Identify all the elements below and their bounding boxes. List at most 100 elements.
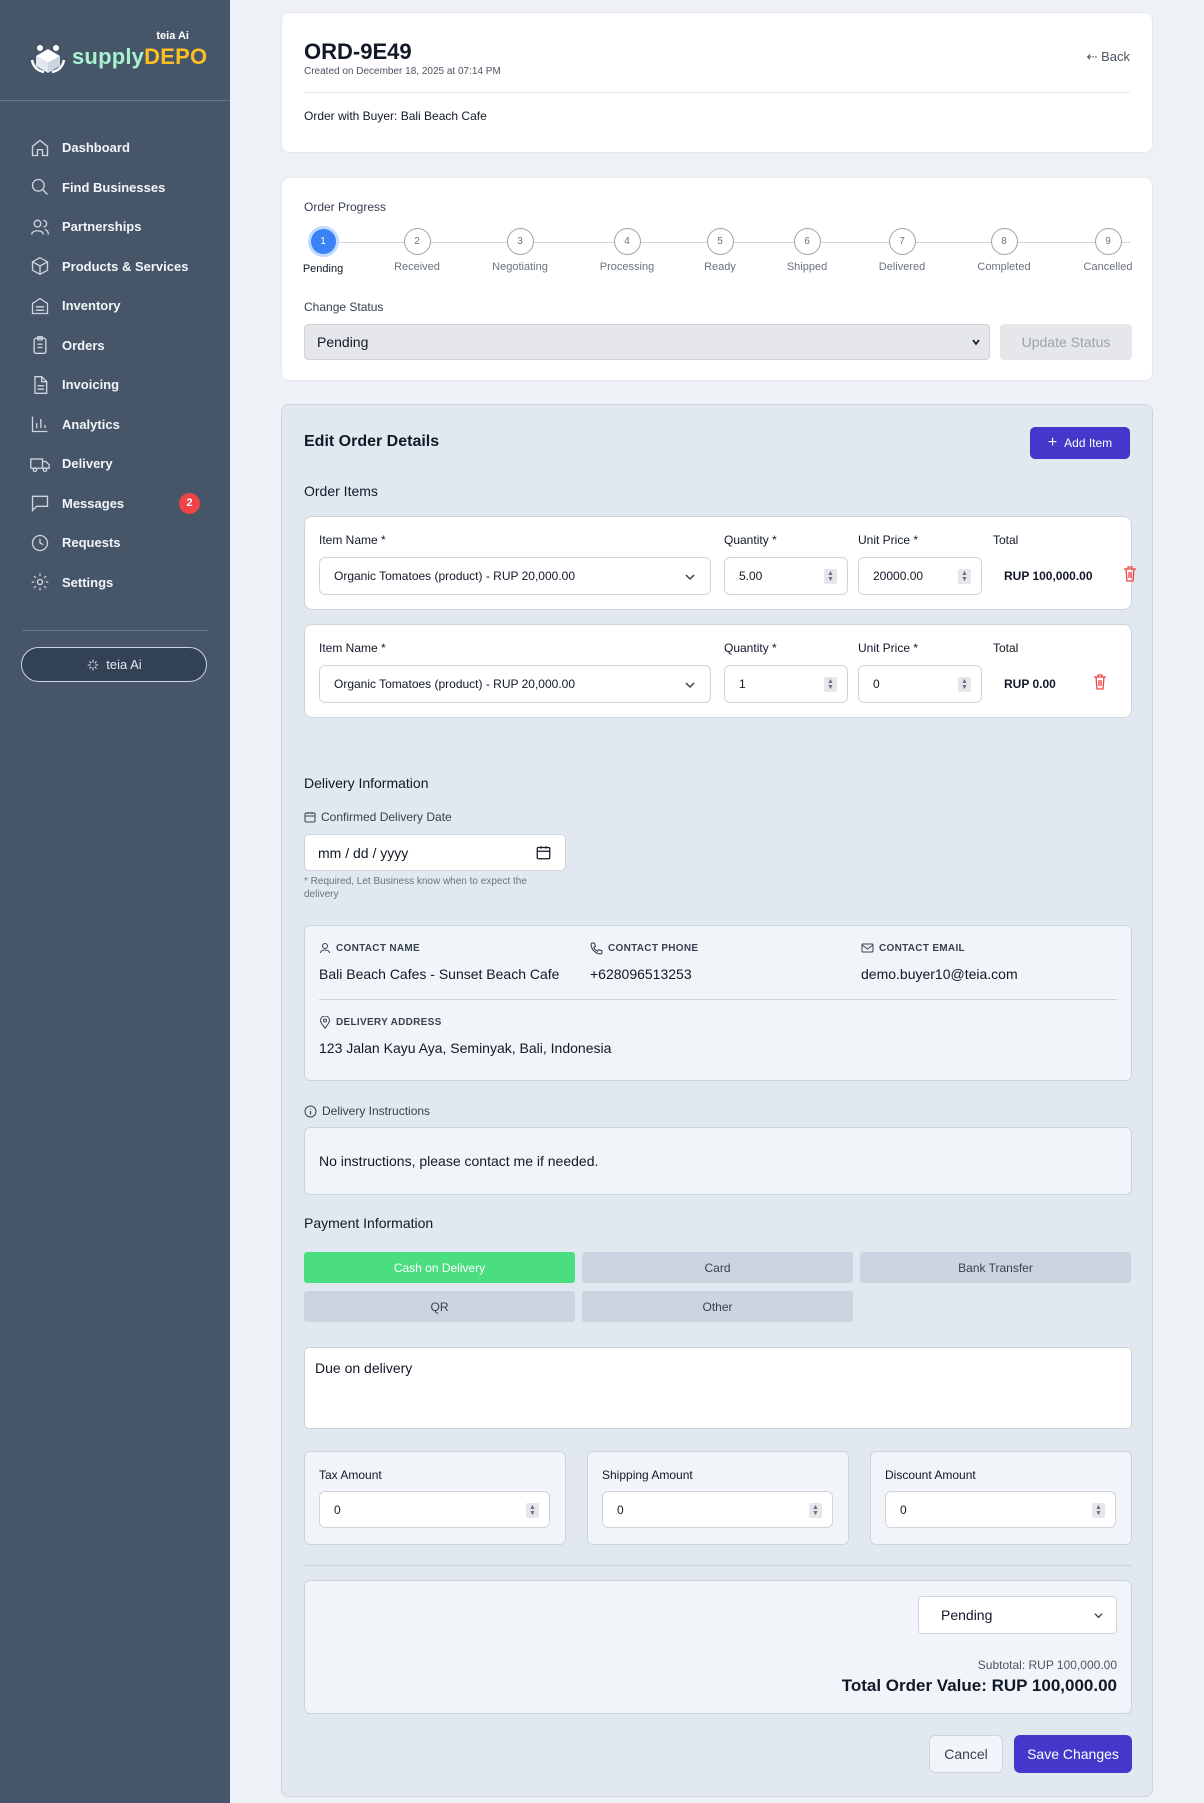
- quantity-input[interactable]: 1 ▲ ▼: [724, 665, 848, 703]
- sidebar-item-label: Delivery: [62, 456, 113, 472]
- sidebar-item-partnerships[interactable]: Partnerships: [0, 207, 230, 247]
- sidebar-item-settings[interactable]: Settings: [0, 563, 230, 603]
- item-name-select[interactable]: Organic Tomatoes (product) - RUP 20,000.…: [319, 665, 711, 703]
- number-stepper-icon[interactable]: ▲ ▼: [526, 1503, 539, 1518]
- sidebar-item-requests[interactable]: Requests: [0, 523, 230, 563]
- unit-price-input[interactable]: 20000.00 ▲ ▼: [858, 557, 982, 595]
- total-label: Total: [993, 641, 1019, 655]
- payment-other[interactable]: Other: [582, 1291, 853, 1322]
- item-total: RUP 100,000.00: [1004, 569, 1093, 583]
- sidebar-item-dashboard[interactable]: Dashboard: [0, 128, 230, 168]
- sidebar-item-analytics[interactable]: Analytics: [0, 405, 230, 445]
- order-header-card: ORD-9E49 Created on December 18, 2025 at…: [281, 12, 1153, 153]
- item-name-select[interactable]: Organic Tomatoes (product) - RUP 20,000.…: [319, 557, 711, 595]
- warehouse-icon: [31, 297, 49, 314]
- message-icon: [31, 495, 49, 513]
- sidebar-item-label: Products & Services: [62, 258, 189, 274]
- quantity-value: 1: [739, 677, 746, 691]
- number-stepper-icon[interactable]: ▲ ▼: [809, 1503, 822, 1518]
- chevron-down-icon: [685, 682, 695, 689]
- brand-tag: teia Ai: [156, 30, 189, 42]
- discount-amount-input[interactable]: 0 ▲ ▼: [885, 1491, 1116, 1528]
- sidebar-divider: [0, 100, 230, 101]
- quantity-value: 5.00: [739, 569, 763, 583]
- brand-name-part2: DEPO: [144, 44, 208, 69]
- progress-step[interactable]: 9 Cancelled: [1078, 228, 1138, 273]
- item-total: RUP 0.00: [1004, 677, 1056, 691]
- step-label: Pending: [302, 263, 344, 275]
- number-stepper-icon[interactable]: ▲ ▼: [958, 677, 971, 692]
- add-item-button[interactable]: + Add Item: [1030, 427, 1130, 459]
- quantity-input[interactable]: 5.00 ▲ ▼: [724, 557, 848, 595]
- contact-email: demo.buyer10@teia.com: [861, 966, 1018, 982]
- plus-icon: +: [1047, 434, 1058, 451]
- status-select[interactable]: Pending: [304, 324, 990, 360]
- tax-amount-input[interactable]: 0 ▲ ▼: [319, 1491, 550, 1528]
- step-number: 4: [613, 228, 641, 255]
- contact-phone-label: CONTACT PHONE: [590, 942, 698, 955]
- contact-phone: +628096513253: [590, 966, 692, 982]
- progress-step[interactable]: 2 Received: [387, 228, 447, 273]
- update-status-button[interactable]: Update Status: [1000, 324, 1132, 360]
- save-changes-button[interactable]: Save Changes: [1014, 1735, 1132, 1773]
- number-stepper-icon[interactable]: ▲ ▼: [958, 569, 971, 584]
- teia-ai-button[interactable]: teia Ai: [21, 647, 207, 682]
- unread-badge: 2: [179, 492, 200, 514]
- shipping-amount-input[interactable]: 0 ▲ ▼: [602, 1491, 833, 1528]
- buyer-info: Order with Buyer: Bali Beach Cafe: [304, 109, 487, 123]
- progress-step[interactable]: 3 Negotiating: [490, 228, 550, 273]
- payment-bank-transfer[interactable]: Bank Transfer: [860, 1252, 1131, 1283]
- sidebar-nav: Dashboard Find Businesses Partnerships P…: [0, 128, 230, 602]
- sidebar: teia Ai supplyDEPO Dashboard Find Busine…: [0, 0, 230, 1803]
- edit-order-card: Edit Order Details + Add Item Order Item…: [281, 404, 1153, 1797]
- search-icon: [31, 179, 48, 196]
- payment-card[interactable]: Card: [582, 1252, 853, 1283]
- sidebar-item-find-businesses[interactable]: Find Businesses: [0, 168, 230, 208]
- payment-notes-textarea[interactable]: Due on delivery: [304, 1347, 1132, 1429]
- arrow-left-icon: ⇠: [1086, 49, 1102, 64]
- sidebar-item-delivery[interactable]: Delivery: [0, 444, 230, 484]
- progress-title: Order Progress: [304, 200, 387, 214]
- package-icon: [31, 257, 49, 276]
- sparkle-icon: [88, 659, 99, 670]
- payment-cash-on-delivery[interactable]: Cash on Delivery: [304, 1252, 575, 1283]
- cancel-button[interactable]: Cancel: [929, 1735, 1003, 1773]
- sidebar-item-products-services[interactable]: Products & Services: [0, 247, 230, 287]
- progress-step[interactable]: 1 Pending: [293, 226, 353, 275]
- truck-icon: [30, 458, 50, 472]
- map-pin-icon: [319, 1016, 331, 1029]
- unit-price-input[interactable]: 0 ▲ ▼: [858, 665, 982, 703]
- sidebar-item-invoicing[interactable]: Invoicing: [0, 365, 230, 405]
- progress-step[interactable]: 4 Processing: [597, 228, 657, 273]
- calendar-icon[interactable]: [536, 845, 551, 860]
- brand-logo[interactable]: teia Ai supplyDEPO: [30, 28, 208, 78]
- back-link[interactable]: ⇠ Back: [1087, 49, 1130, 65]
- trash-icon[interactable]: [1123, 566, 1137, 582]
- number-stepper-icon[interactable]: ▲ ▼: [824, 677, 837, 692]
- number-stepper-icon[interactable]: ▲ ▼: [824, 569, 837, 584]
- progress-step[interactable]: 5 Ready: [690, 228, 750, 273]
- sidebar-item-messages[interactable]: Messages 2: [0, 484, 230, 524]
- sidebar-item-label: Settings: [62, 574, 114, 590]
- delivery-date-input[interactable]: mm / dd / yyyy: [304, 834, 566, 871]
- progress-step[interactable]: 6 Shipped: [777, 228, 837, 273]
- progress-step[interactable]: 8 Completed: [974, 228, 1034, 273]
- progress-step[interactable]: 7 Delivered: [872, 228, 932, 273]
- order-progress-card: Order Progress 1 Pending 2 Received 3 Negot…: [281, 177, 1153, 381]
- change-status-label: Change Status: [304, 300, 384, 314]
- payment-qr[interactable]: QR: [304, 1291, 575, 1322]
- trash-icon[interactable]: [1093, 674, 1107, 690]
- item-name-label: Item Name *: [319, 641, 386, 655]
- sidebar-item-orders[interactable]: Orders: [0, 326, 230, 366]
- sidebar-item-label: Invoicing: [62, 377, 120, 393]
- order-item-row: Item Name * Quantity * Unit Price * Tota…: [304, 516, 1136, 610]
- shipping-amount-label: Shipping Amount: [602, 1468, 693, 1482]
- add-item-label: Add Item: [1064, 436, 1113, 450]
- number-stepper-icon[interactable]: ▲ ▼: [1092, 1503, 1105, 1518]
- discount-amount-label: Discount Amount: [885, 1468, 976, 1482]
- item-name-value: Organic Tomatoes (product) - RUP 20,000.…: [334, 677, 576, 691]
- clock-icon: [31, 534, 49, 551]
- sidebar-item-inventory[interactable]: Inventory: [0, 286, 230, 326]
- summary-status-select[interactable]: Pending: [918, 1596, 1117, 1634]
- total-order-value: Total Order Value: RUP 100,000.00: [841, 1676, 1117, 1695]
